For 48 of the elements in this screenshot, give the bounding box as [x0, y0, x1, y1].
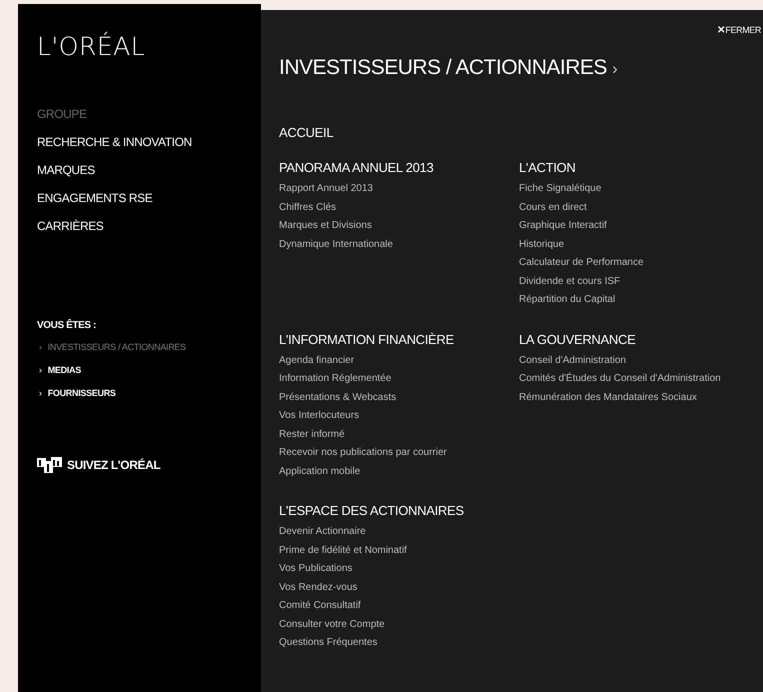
nav-link[interactable]: CARRIÈRES [37, 217, 104, 236]
panel-title: INVESTISSEURS / ACTIONNAIRES › [279, 56, 618, 80]
menu-link[interactable]: Rémunération des Mandataires Sociaux [519, 388, 697, 407]
social-icon[interactable] [37, 457, 63, 473]
section-heading[interactable]: L'INFORMATION FINANCIÈRE [279, 332, 454, 348]
menu-link[interactable]: Comités d'Études du Conseil d'Administration [519, 370, 721, 388]
menu-link[interactable]: Rapport Annuel 2013 [279, 180, 373, 198]
menu-link[interactable]: Devenir Actionnaire [279, 523, 366, 542]
audience-link[interactable]: › FOURNISSEURS [37, 386, 116, 401]
section-heading[interactable]: L'ACTION [519, 160, 576, 176]
section-heading[interactable]: L'ESPACE DES ACTIONNAIRES [279, 503, 464, 519]
menu-link[interactable]: Vos Interlocuteurs [279, 407, 360, 426]
close-button[interactable]: ✕FERMER [716, 24, 761, 36]
section-heading[interactable]: LA GOUVERNANCE [519, 332, 636, 348]
menu-link[interactable]: Fiche Signalétique [519, 180, 602, 198]
menu-link[interactable]: Dividende et cours ISF [519, 272, 620, 291]
menu-link[interactable]: Vos Publications [279, 560, 352, 578]
nav-link[interactable]: ENGAGEMENTS RSE [37, 189, 152, 208]
menu-link[interactable]: Historique [519, 236, 564, 254]
menu-link[interactable]: Répartition du Capital [519, 291, 616, 310]
menu-link[interactable]: Questions Fréquentes [279, 634, 378, 652]
home-link[interactable]: ACCUEIL [279, 125, 334, 140]
menu-link[interactable]: Cours en direct [519, 198, 587, 217]
section-heading[interactable]: PANORAMA ANNUEL 2013 [279, 160, 434, 176]
menu-link[interactable]: Recevoir nos publications par courrier [279, 444, 447, 462]
menu-link[interactable]: Rester informé [279, 426, 345, 444]
menu-link[interactable]: Chiffres Clés [279, 198, 336, 217]
menu-link[interactable]: Marques et Divisions [279, 217, 372, 236]
section-label: VOUS ÊTES : [37, 320, 96, 331]
nav-link[interactable]: MARQUES [37, 161, 95, 180]
menu-link[interactable]: Consulter votre Compte [279, 616, 385, 634]
menu-link[interactable]: Agenda financier [279, 352, 354, 370]
nav-link[interactable]: GROUPE [37, 105, 87, 124]
menu-link[interactable]: Graphique Interactif [519, 217, 607, 236]
menu-link[interactable]: Information Réglementée [279, 370, 392, 388]
menu-link[interactable]: Calculateur de Performance [519, 254, 644, 272]
menu-link[interactable]: Vos Rendez-vous [279, 578, 358, 597]
menu-link[interactable]: Présentations & Webcasts [279, 388, 396, 407]
audience-link[interactable]: › MEDIAS [37, 363, 81, 378]
nav-link[interactable]: RECHERCHE & INNOVATION [37, 133, 192, 152]
follow-label[interactable]: SUIVEZ L'ORÉAL [67, 458, 160, 472]
logo[interactable]: L'ORÉAL [37, 32, 146, 61]
menu-link[interactable]: Prime de fidélité et Nominatif [279, 542, 407, 560]
menu-link[interactable]: Dynamique Internationale [279, 236, 393, 254]
menu-link[interactable]: Application mobile [279, 462, 360, 481]
menu-link[interactable]: Conseil d'Administration [519, 352, 626, 370]
audience-link[interactable]: › INVESTISSEURS / ACTIONNAIRES [37, 340, 186, 355]
menu-link[interactable]: Comité Consultatif [279, 597, 361, 616]
